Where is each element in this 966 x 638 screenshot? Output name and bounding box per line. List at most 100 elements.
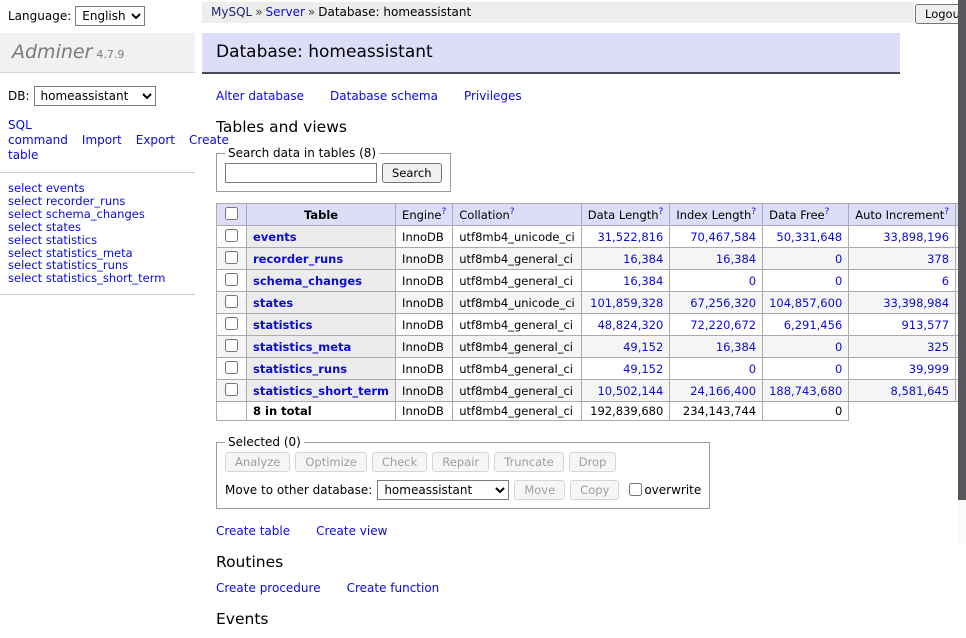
row-checkbox[interactable] <box>225 251 238 264</box>
move-button[interactable]: Move <box>514 480 565 500</box>
help-link[interactable]: ? <box>659 207 664 217</box>
footer-link-create-view[interactable]: Create view <box>316 524 387 538</box>
search-button[interactable]: Search <box>382 163 442 183</box>
breadcrumb-mysql-link[interactable]: MySQL <box>211 5 252 19</box>
action-link-alter-database[interactable]: Alter database <box>216 89 304 103</box>
data-free-cell: 0 <box>763 358 849 380</box>
index-length-link[interactable]: 0 <box>749 274 756 288</box>
search-input[interactable] <box>225 163 377 183</box>
select-link-states[interactable]: select <box>8 220 42 234</box>
row-checkbox[interactable] <box>225 383 238 396</box>
data-length-link[interactable]: 16,384 <box>623 274 663 288</box>
select-link-statistics_meta[interactable]: select <box>8 246 42 260</box>
select-link-recorder_runs[interactable]: select <box>8 194 42 208</box>
auto-increment-link[interactable]: 913,577 <box>901 318 949 332</box>
select-link-statistics_short_term[interactable]: select <box>8 271 42 285</box>
data-length-link[interactable]: 48,824,320 <box>597 318 663 332</box>
auto-increment-link[interactable]: 378 <box>927 252 949 266</box>
row-checkbox[interactable] <box>225 361 238 374</box>
table-link-events[interactable]: events <box>46 181 85 195</box>
table-name-link-statistics_runs[interactable]: statistics_runs <box>253 362 347 376</box>
sidebar-link-sql-command[interactable]: SQL command <box>8 118 68 147</box>
action-link-privileges[interactable]: Privileges <box>464 89 522 103</box>
data-length-link[interactable]: 16,384 <box>623 252 663 266</box>
help-link[interactable]: ? <box>944 207 949 217</box>
auto-increment-link[interactable]: 6 <box>942 274 949 288</box>
help-link[interactable]: ? <box>751 207 756 217</box>
index-length-link[interactable]: 72,220,672 <box>690 318 756 332</box>
sidebar-link-export[interactable]: Export <box>136 133 175 147</box>
table-link-statistics_meta[interactable]: statistics_meta <box>46 246 133 260</box>
db-select[interactable]: homeassistant <box>34 86 156 106</box>
select-link-schema_changes[interactable]: select <box>8 207 42 221</box>
data-length-link[interactable]: 49,152 <box>623 340 663 354</box>
breadcrumb-server-link[interactable]: Server <box>266 5 305 19</box>
data-free-link[interactable]: 6,291,456 <box>784 318 843 332</box>
help-link[interactable]: ? <box>510 207 515 217</box>
overwrite-checkbox[interactable] <box>629 483 642 496</box>
auto-increment-link[interactable]: 325 <box>927 340 949 354</box>
row-checkbox[interactable] <box>225 339 238 352</box>
auto-increment-link[interactable]: 33,898,196 <box>883 230 949 244</box>
data-length-link[interactable]: 101,859,328 <box>590 296 663 310</box>
data-free-link[interactable]: 0 <box>835 362 842 376</box>
sidebar-link-import[interactable]: Import <box>82 133 122 147</box>
table-link-statistics_runs[interactable]: statistics_runs <box>46 258 128 272</box>
select-link-events[interactable]: select <box>8 181 42 195</box>
table-name-link-states[interactable]: states <box>253 296 293 310</box>
vertical-scrollbar-track[interactable] <box>958 0 966 543</box>
data-length-link[interactable]: 49,152 <box>623 362 663 376</box>
auto-increment-link[interactable]: 39,999 <box>909 362 949 376</box>
action-link-database-schema[interactable]: Database schema <box>330 89 438 103</box>
table-name-link-statistics[interactable]: statistics <box>253 318 313 332</box>
footer-link-create-table[interactable]: Create table <box>216 524 290 538</box>
table-name-link-statistics_short_term[interactable]: statistics_short_term <box>253 384 389 398</box>
move-db-select[interactable]: homeassistant <box>377 480 509 500</box>
table-link-statistics[interactable]: statistics <box>46 233 97 247</box>
index-length-link[interactable]: 16,384 <box>716 252 756 266</box>
row-checkbox[interactable] <box>225 295 238 308</box>
table-link-recorder_runs[interactable]: recorder_runs <box>46 194 126 208</box>
select-link-statistics[interactable]: select <box>8 233 42 247</box>
data-free-link[interactable]: 0 <box>835 274 842 288</box>
table-link-schema_changes[interactable]: schema_changes <box>46 207 145 221</box>
repair-button[interactable]: Repair <box>432 452 489 472</box>
check-button[interactable]: Check <box>372 452 427 472</box>
row-checkbox[interactable] <box>225 273 238 286</box>
table-link-statistics_short_term[interactable]: statistics_short_term <box>46 271 166 285</box>
help-link[interactable]: ? <box>825 207 830 217</box>
table-name-link-statistics_meta[interactable]: statistics_meta <box>253 340 351 354</box>
vertical-scrollbar-thumb[interactable] <box>958 0 966 500</box>
routine-link-create-function[interactable]: Create function <box>347 581 440 595</box>
data-free-link[interactable]: 104,857,600 <box>769 296 842 310</box>
index-length-link[interactable]: 24,166,400 <box>690 384 756 398</box>
help-link[interactable]: ? <box>441 207 446 217</box>
table-name-link-schema_changes[interactable]: schema_changes <box>253 274 362 288</box>
optimize-button[interactable]: Optimize <box>295 452 367 472</box>
data-free-link[interactable]: 0 <box>835 340 842 354</box>
drop-button[interactable]: Drop <box>569 452 617 472</box>
select-all-checkbox[interactable] <box>225 207 238 220</box>
table-name-link-recorder_runs[interactable]: recorder_runs <box>253 252 343 266</box>
index-length-link[interactable]: 70,467,584 <box>690 230 756 244</box>
data-free-link[interactable]: 188,743,680 <box>769 384 842 398</box>
data-free-link[interactable]: 50,331,648 <box>776 230 842 244</box>
index-length-link[interactable]: 16,384 <box>716 340 756 354</box>
index-length-link[interactable]: 0 <box>749 362 756 376</box>
row-checkbox[interactable] <box>225 317 238 330</box>
data-length-link[interactable]: 10,502,144 <box>597 384 663 398</box>
row-checkbox[interactable] <box>225 229 238 242</box>
copy-button[interactable]: Copy <box>570 480 619 500</box>
language-select[interactable]: English <box>75 6 145 26</box>
routine-link-create-procedure[interactable]: Create procedure <box>216 581 321 595</box>
table-link-states[interactable]: states <box>46 220 81 234</box>
data-free-link[interactable]: 0 <box>835 252 842 266</box>
data-length-link[interactable]: 31,522,816 <box>597 230 663 244</box>
table-name-link-events[interactable]: events <box>253 230 297 244</box>
select-link-statistics_runs[interactable]: select <box>8 258 42 272</box>
index-length-link[interactable]: 67,256,320 <box>690 296 756 310</box>
analyze-button[interactable]: Analyze <box>225 452 290 472</box>
auto-increment-link[interactable]: 8,581,645 <box>891 384 950 398</box>
truncate-button[interactable]: Truncate <box>494 452 564 472</box>
auto-increment-link[interactable]: 33,398,984 <box>883 296 949 310</box>
